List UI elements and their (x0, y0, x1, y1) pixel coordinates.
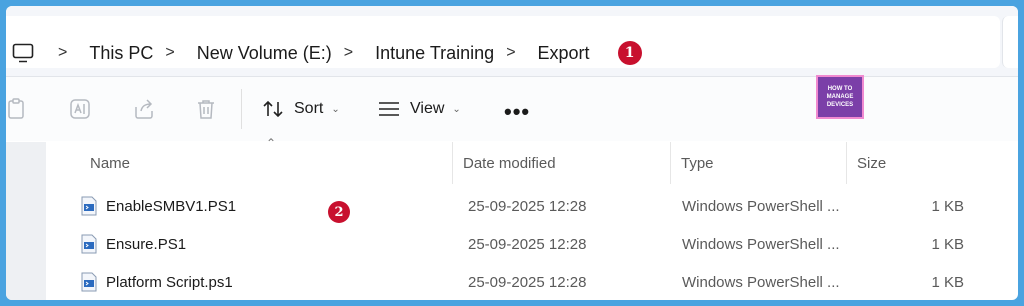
search-box-edge[interactable] (1002, 16, 1018, 68)
file-name: Platform Script.ps1 (106, 273, 233, 291)
breadcrumb-intune-training[interactable]: Intune Training (375, 43, 494, 64)
this-pc-icon[interactable] (12, 42, 34, 64)
type-cell: Windows PowerShell ... (682, 235, 840, 253)
breadcrumb-new-volume[interactable]: New Volume (E:) (197, 43, 332, 64)
rename-icon[interactable] (68, 97, 92, 121)
toolbar-divider (241, 89, 242, 129)
column-header-name[interactable]: Name (80, 142, 452, 184)
date-modified-cell: 25-09-2025 12:28 (468, 197, 587, 215)
breadcrumb-separator[interactable]: > (344, 44, 353, 62)
powershell-file-icon (81, 196, 97, 216)
column-header-date-modified[interactable]: Date modified (452, 142, 670, 184)
logo-line-1: HOW TO (827, 86, 853, 92)
size-cell: 1 KB (931, 273, 964, 291)
view-button[interactable]: View ⌄ (378, 95, 461, 123)
file-list: ⌃ Name Date modified Type Size EnableSMB… (46, 136, 1018, 300)
annotation-badge-1: 1 (617, 41, 642, 65)
view-label: View (410, 100, 445, 117)
navigation-pane-edge (6, 142, 46, 300)
file-name: EnableSMBV1.PS1 (106, 197, 237, 215)
column-header-size[interactable]: Size (846, 142, 966, 184)
date-modified-cell: 25-09-2025 12:28 (468, 235, 587, 253)
paste-icon[interactable] (6, 97, 28, 121)
address-bar[interactable]: > This PC > New Volume (E:) > Intune Tra… (6, 16, 1000, 68)
size-cell: 1 KB (931, 235, 964, 253)
delete-icon[interactable] (194, 97, 218, 121)
chevron-down-icon: ⌄ (452, 103, 461, 115)
breadcrumb-separator[interactable]: > (58, 44, 67, 62)
size-cell: 1 KB (931, 197, 964, 215)
column-header-type[interactable]: Type (670, 142, 846, 184)
breadcrumb-export[interactable]: Export (538, 43, 590, 64)
sort-button[interactable]: Sort ⌄ (262, 95, 340, 123)
breadcrumb-this-pc[interactable]: This PC (89, 43, 153, 64)
how-to-manage-devices-logo: HOW TO MANAGE DEVICES (816, 75, 864, 119)
address-bar-area: > This PC > New Volume (E:) > Intune Tra… (6, 6, 1018, 77)
logo-line-2: MANAGE (826, 94, 854, 100)
share-icon[interactable] (132, 97, 156, 121)
powershell-file-icon (81, 272, 97, 292)
date-modified-cell: 25-09-2025 12:28 (468, 273, 587, 291)
table-row[interactable]: EnableSMBV1.PS1 25-09-2025 12:28 Windows… (46, 188, 1018, 224)
type-cell: Windows PowerShell ... (682, 197, 840, 215)
breadcrumb-separator[interactable]: > (165, 44, 174, 62)
view-list-icon (379, 102, 399, 116)
file-name-cell: Platform Script.ps1 (80, 264, 452, 300)
breadcrumb: > This PC > New Volume (E:) > Intune Tra… (54, 40, 642, 66)
file-name-cell: EnableSMBV1.PS1 (80, 188, 452, 224)
table-row[interactable]: Platform Script.ps1 25-09-2025 12:28 Win… (46, 264, 1018, 300)
logo-line-3: DEVICES (826, 102, 854, 108)
file-name: Ensure.PS1 (106, 235, 187, 253)
more-options-button[interactable]: ••• (504, 99, 530, 125)
file-name-cell: Ensure.PS1 (80, 226, 452, 262)
type-cell: Windows PowerShell ... (682, 273, 840, 291)
command-bar: Sort ⌄ View ⌄ ••• (6, 77, 1018, 141)
breadcrumb-separator[interactable]: > (506, 44, 515, 62)
file-explorer-window: > This PC > New Volume (E:) > Intune Tra… (6, 6, 1018, 300)
table-row[interactable]: Ensure.PS1 25-09-2025 12:28 Windows Powe… (46, 226, 1018, 262)
powershell-file-icon (81, 234, 97, 254)
chevron-down-icon: ⌄ (331, 103, 340, 115)
sort-icon (263, 100, 283, 118)
annotation-badge-2: 2 (328, 201, 350, 223)
sort-label: Sort (294, 100, 324, 117)
column-header-row: ⌃ Name Date modified Type Size (46, 136, 1018, 184)
